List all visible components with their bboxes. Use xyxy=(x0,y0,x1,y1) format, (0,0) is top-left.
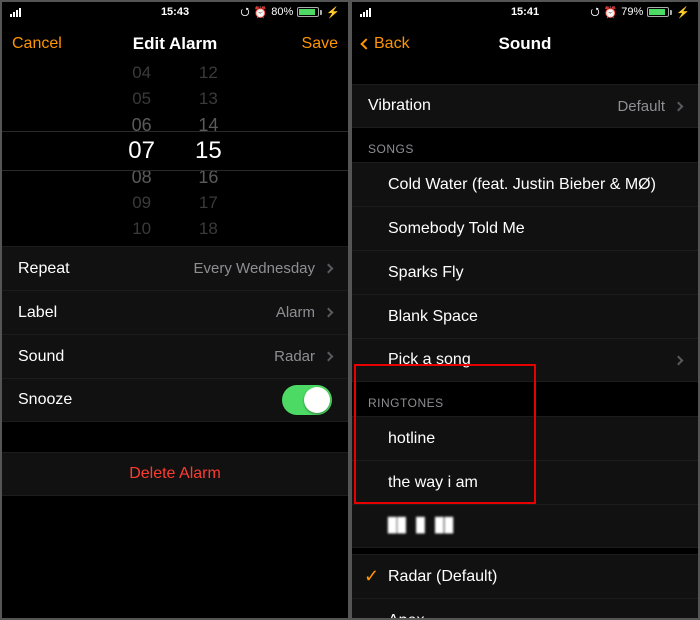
cancel-button[interactable]: Cancel xyxy=(12,35,82,53)
row-label-setting[interactable]: Label Alarm xyxy=(2,290,348,334)
back-button[interactable]: Back xyxy=(362,35,432,53)
chevron-right-icon xyxy=(674,355,684,365)
row-label: Label xyxy=(18,304,276,322)
row-value: Alarm xyxy=(276,304,315,321)
row-label: Repeat xyxy=(18,260,194,278)
ringtone-item-selected[interactable]: ✓ Radar (Default) xyxy=(352,554,698,598)
chevron-left-icon xyxy=(360,38,371,49)
ringtone-item[interactable]: the way i am xyxy=(352,460,698,504)
row-label: Snooze xyxy=(18,391,282,409)
delete-alarm-button[interactable]: Delete Alarm xyxy=(2,452,348,496)
battery-icon xyxy=(297,7,322,17)
signal-icon xyxy=(10,8,21,17)
ringtone-item[interactable]: Apex xyxy=(352,598,698,618)
song-item[interactable]: Somebody Told Me xyxy=(352,206,698,250)
status-bar: 15:43 ⭯ ⏰ 80% ⚡ xyxy=(2,2,348,22)
status-bar: 15:41 ⭯ ⏰ 79% ⚡ xyxy=(352,2,698,22)
row-repeat[interactable]: Repeat Every Wednesday xyxy=(2,246,348,290)
section-header-ringtones: Ringtones xyxy=(352,382,698,416)
row-value: Radar xyxy=(274,348,315,365)
picker-hours[interactable]: 04 05 06 07 08 09 10 xyxy=(128,60,155,242)
nav-title: Sound xyxy=(499,34,552,54)
screen-edit-alarm: 15:43 ⭯ ⏰ 80% ⚡ Cancel Edit Alarm Save 0… xyxy=(2,2,348,618)
row-snooze: Snooze xyxy=(2,378,348,422)
status-time: 15:43 xyxy=(161,6,189,18)
song-item[interactable]: Sparks Fly xyxy=(352,250,698,294)
time-picker[interactable]: 04 05 06 07 08 09 10 12 13 14 15 16 17 1… xyxy=(2,66,348,236)
loading-icon: ⭯ xyxy=(590,3,599,22)
status-time: 15:41 xyxy=(511,6,539,18)
nav-bar: Back Sound xyxy=(352,22,698,66)
signal-icon xyxy=(360,8,371,17)
section-header-songs: Songs xyxy=(352,128,698,162)
chevron-right-icon xyxy=(324,352,334,362)
save-button[interactable]: Save xyxy=(268,35,338,53)
alarm-icon: ⏰ xyxy=(254,6,268,19)
row-value: Default xyxy=(617,98,665,115)
alarm-icon: ⏰ xyxy=(604,6,618,19)
charging-icon: ⚡ xyxy=(326,6,340,19)
pick-a-song-button[interactable]: Pick a song xyxy=(352,338,698,382)
battery-pct: 80% xyxy=(271,6,293,18)
nav-title: Edit Alarm xyxy=(133,34,217,54)
checkmark-icon: ✓ xyxy=(364,566,384,587)
chevron-right-icon xyxy=(324,264,334,274)
row-vibration[interactable]: Vibration Default xyxy=(352,84,698,128)
chevron-right-icon xyxy=(674,101,684,111)
song-item[interactable]: Blank Space xyxy=(352,294,698,338)
row-sound[interactable]: Sound Radar xyxy=(2,334,348,378)
screen-sound: 15:41 ⭯ ⏰ 79% ⚡ Back Sound Vibration xyxy=(352,2,698,618)
charging-icon: ⚡ xyxy=(676,6,690,19)
battery-icon xyxy=(647,7,672,17)
ringtone-item[interactable]: hotline xyxy=(352,416,698,460)
song-item[interactable]: Cold Water (feat. Justin Bieber & MØ) xyxy=(352,162,698,206)
snooze-toggle[interactable] xyxy=(282,385,332,415)
row-label: Vibration xyxy=(368,97,617,115)
picker-minutes[interactable]: 12 13 14 15 16 17 18 xyxy=(195,60,222,242)
row-value: Every Wednesday xyxy=(194,260,315,277)
chevron-right-icon xyxy=(324,308,334,318)
loading-icon: ⭯ xyxy=(240,3,249,22)
row-label: Sound xyxy=(18,348,274,366)
ringtone-item[interactable]: ██ █ ██ xyxy=(352,504,698,548)
battery-pct: 79% xyxy=(621,6,643,18)
